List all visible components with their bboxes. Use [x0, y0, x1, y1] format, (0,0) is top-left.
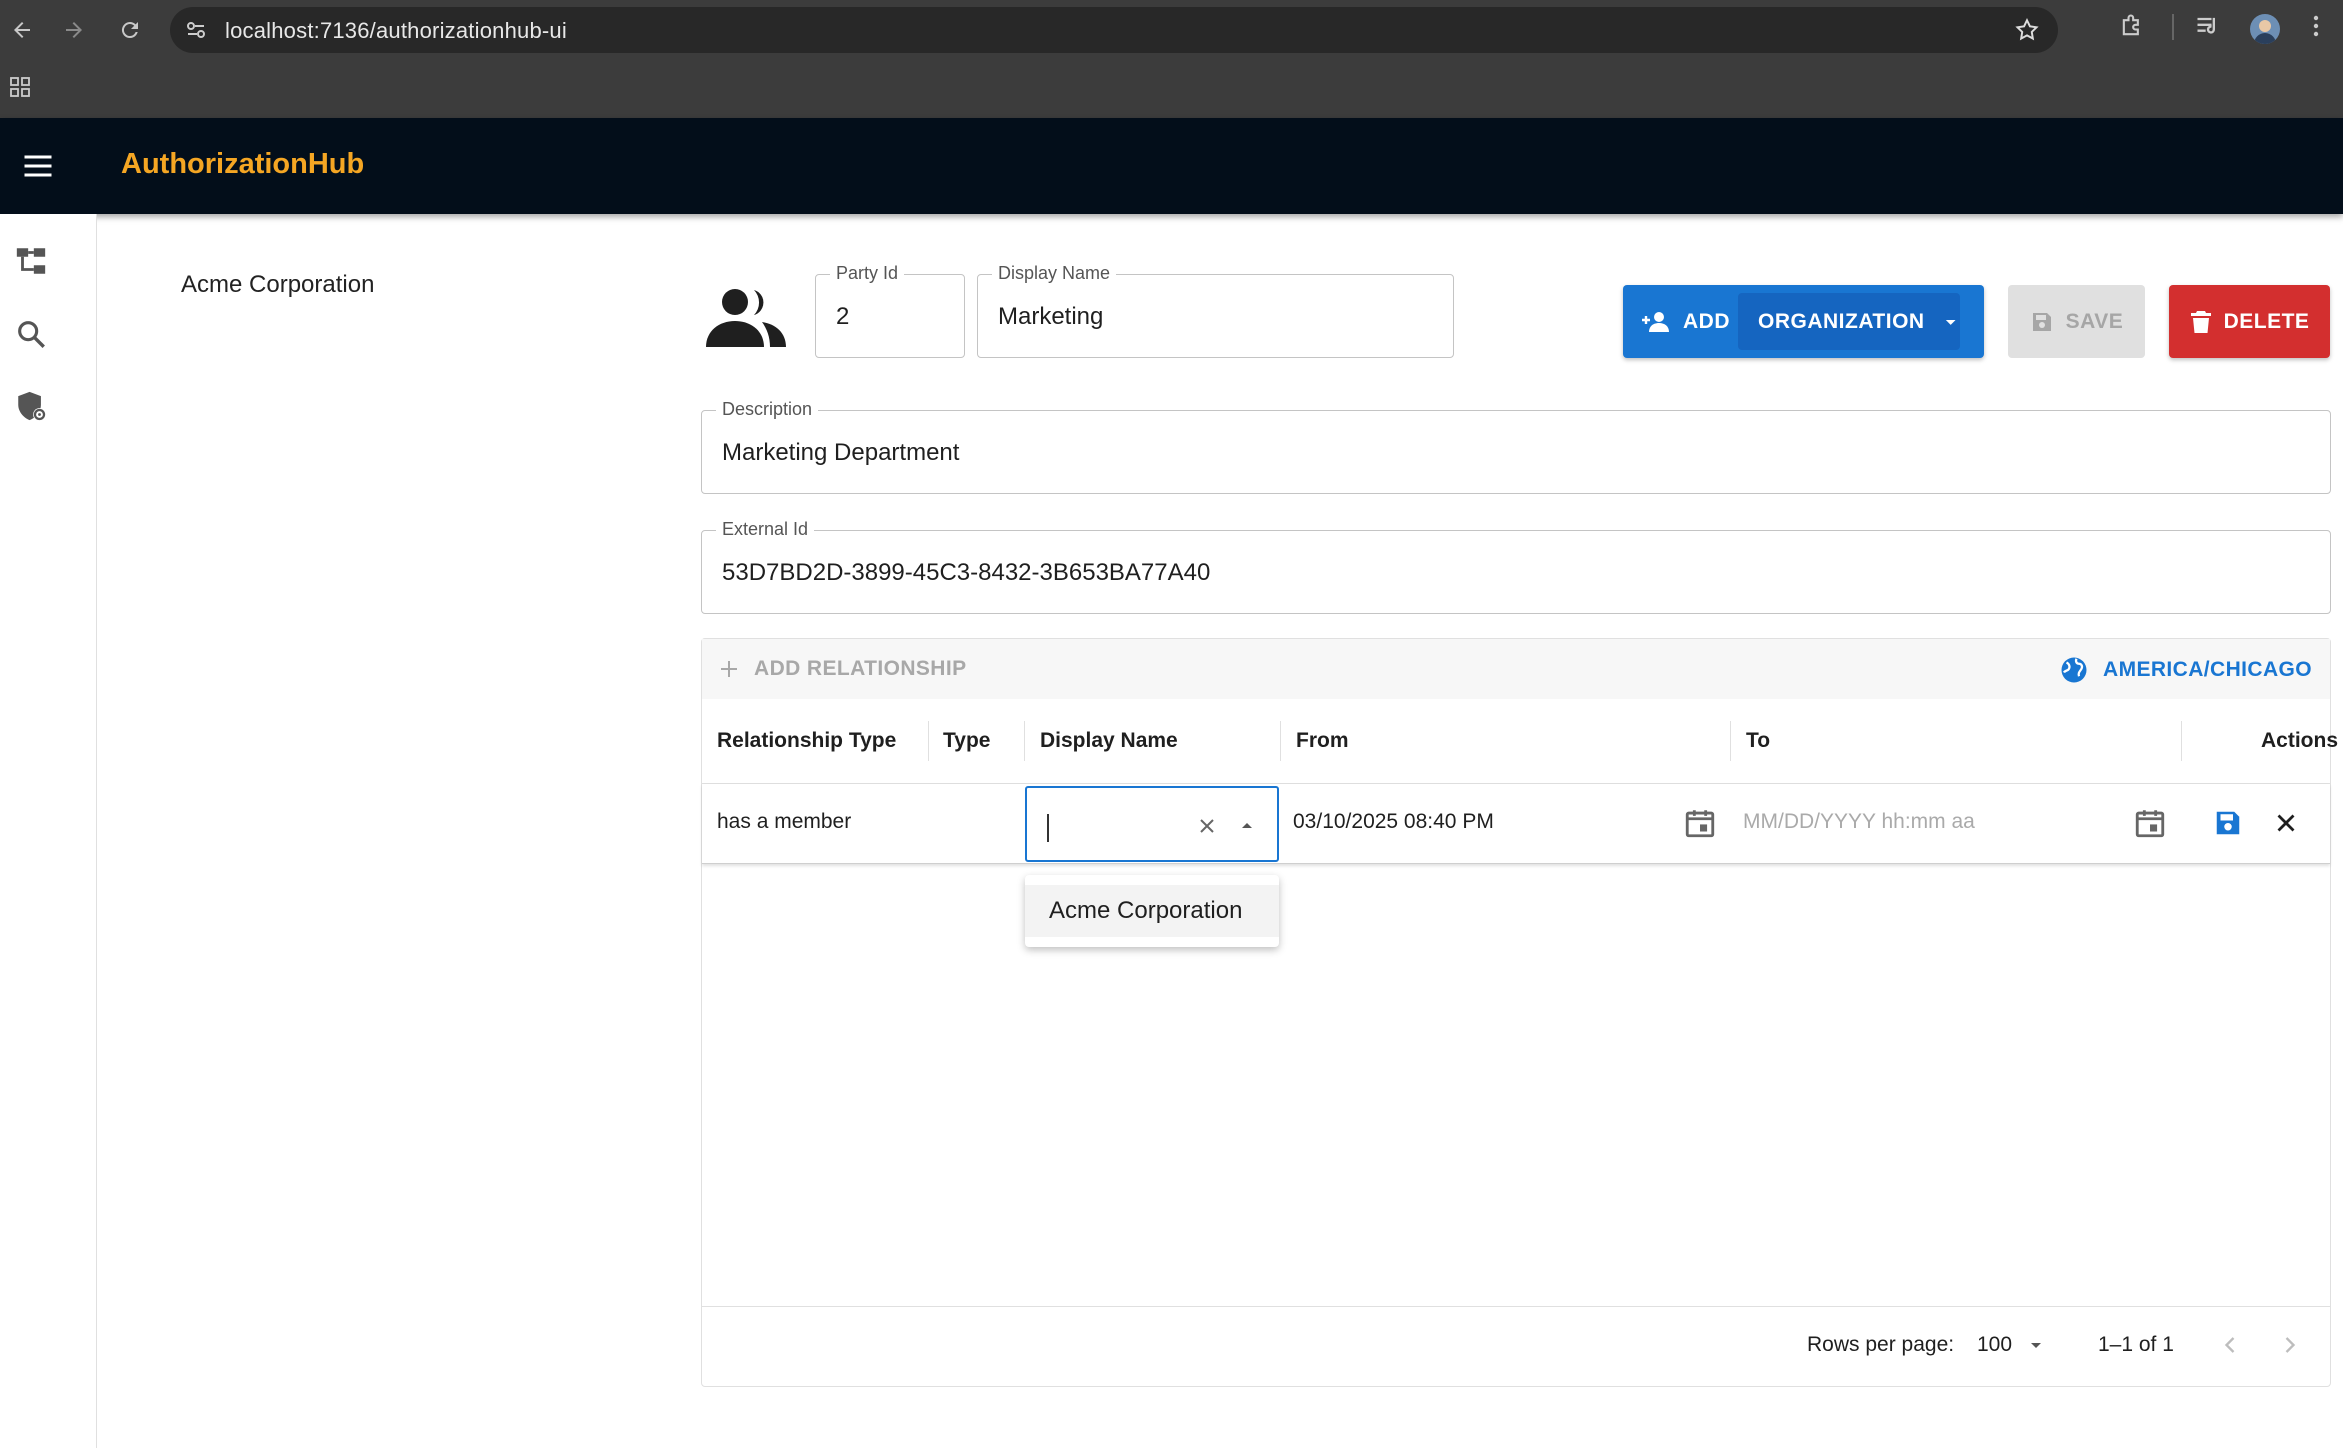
site-settings-icon[interactable]: [184, 18, 208, 47]
plus-icon: [721, 661, 737, 677]
next-page-icon[interactable]: [2276, 1331, 2304, 1364]
add-button[interactable]: ADD: [1623, 285, 1738, 358]
media-queue-icon[interactable]: [2194, 12, 2222, 45]
search-icon[interactable]: [14, 317, 48, 351]
left-nav-rail: [0, 214, 97, 1448]
hamburger-menu-icon[interactable]: [20, 148, 56, 184]
rows-per-page-value: 100: [1977, 1333, 2013, 1356]
grid-footer: Rows per page: 100 1–1 of 1: [702, 1306, 2330, 1386]
cancel-row-icon[interactable]: [2271, 808, 2301, 843]
caret-up-icon[interactable]: [1235, 814, 1259, 843]
grid-column-headers: Relationship Type Type Display Name From…: [702, 699, 2338, 784]
profile-avatar[interactable]: [2250, 14, 2280, 44]
more-menu-icon[interactable]: [2310, 12, 2322, 45]
dropdown-option-acme-corporation[interactable]: Acme Corporation: [1025, 885, 1279, 937]
add-button-label: ADD: [1683, 309, 1730, 333]
grid-toolbar: ADD RELATIONSHIP AMERICA/CHICAGO: [702, 639, 2330, 699]
external-id-value: 53D7BD2D-3899-45C3-8432-3B653BA77A40: [722, 559, 1211, 586]
tree-item-acme-corporation[interactable]: Acme Corporation: [181, 271, 374, 299]
column-header-type[interactable]: Type: [943, 729, 990, 753]
column-header-actions: Actions: [2261, 729, 2339, 752]
display-name-label: Display Name: [992, 263, 1117, 284]
autocomplete-dropdown: Acme Corporation: [1025, 875, 1279, 947]
bookmark-star-icon[interactable]: [2014, 17, 2040, 48]
group-people-icon: [702, 285, 790, 356]
party-id-field[interactable]: Party Id 2: [815, 263, 965, 358]
description-value: Marketing Department: [722, 439, 960, 466]
clear-icon[interactable]: [1195, 814, 1219, 843]
column-header-to[interactable]: To: [1746, 729, 1770, 753]
description-field[interactable]: Description Marketing Department: [701, 399, 2331, 494]
from-date-cell[interactable]: 03/10/2025 08:40 PM: [1293, 810, 1494, 834]
chevron-down-icon: [2031, 1343, 2042, 1348]
rows-per-page-select[interactable]: 100: [1977, 1333, 2046, 1357]
add-type-label: ORGANIZATION: [1758, 309, 1925, 333]
browser-toolbar: localhost:7136/authorizationhub-ui: [0, 0, 2343, 60]
column-separator: [928, 721, 929, 761]
save-row-icon[interactable]: [2213, 808, 2243, 843]
external-id-field[interactable]: External Id 53D7BD2D-3899-45C3-8432-3B65…: [701, 519, 2331, 614]
pagination-range: 1–1 of 1: [2098, 1333, 2174, 1356]
url-text: localhost:7136/authorizationhub-ui: [225, 18, 567, 43]
rows-per-page-label: Rows per page:: [1807, 1333, 1955, 1356]
reload-icon[interactable]: [112, 12, 148, 48]
add-relationship-label: ADD RELATIONSHIP: [754, 657, 967, 680]
forward-icon[interactable]: [56, 12, 92, 48]
app-bar: AuthorizationHub: [0, 118, 2343, 214]
party-id-value: 2: [836, 303, 850, 330]
toolbar-divider: [2172, 14, 2174, 40]
previous-page-icon[interactable]: [2216, 1331, 2244, 1364]
delete-button-label: DELETE: [2223, 309, 2310, 333]
save-icon: [2032, 312, 2051, 331]
external-id-label: External Id: [716, 519, 815, 540]
relationships-grid: ADD RELATIONSHIP AMERICA/CHICAGO Relatio…: [701, 638, 2338, 1387]
column-separator: [1280, 721, 1281, 761]
browser-chrome: localhost:7136/authorizationhub-ui: [0, 0, 2343, 118]
back-icon[interactable]: [4, 12, 40, 48]
relationship-type-cell[interactable]: has a member: [717, 810, 851, 834]
app-title: AuthorizationHub: [121, 148, 365, 180]
apps-grid-icon[interactable]: [8, 75, 32, 104]
to-calendar-icon[interactable]: [2133, 806, 2167, 845]
timezone-button[interactable]: AMERICA/CHICAGO: [2059, 655, 2312, 685]
trash-icon: [2190, 310, 2211, 333]
add-relationship-button[interactable]: ADD RELATIONSHIP: [718, 657, 967, 681]
shield-settings-icon[interactable]: [14, 389, 48, 423]
address-bar[interactable]: localhost:7136/authorizationhub-ui: [170, 7, 2058, 53]
globe-icon: [2061, 657, 2087, 683]
add-split-button[interactable]: ADD ORGANIZATION: [1623, 285, 1984, 358]
column-separator: [1024, 721, 1025, 761]
party-id-label: Party Id: [830, 263, 905, 284]
chevron-down-icon: [1945, 319, 1956, 325]
save-button[interactable]: SAVE: [2008, 285, 2145, 358]
column-separator: [2181, 721, 2182, 761]
table-row: has a member 03/10/2025 08:40 PM MM/DD/Y…: [702, 784, 2330, 864]
column-separator: [1730, 721, 1731, 761]
column-header-relationship-type[interactable]: Relationship Type: [717, 729, 896, 753]
delete-button[interactable]: DELETE: [2169, 285, 2330, 358]
person-add-icon: [1642, 311, 1669, 332]
from-calendar-icon[interactable]: [1683, 806, 1717, 845]
display-name-autocomplete[interactable]: [1025, 786, 1279, 862]
column-header-from[interactable]: From: [1296, 729, 1349, 753]
bookmarks-bar: [0, 60, 2343, 118]
column-header-display-name[interactable]: Display Name: [1040, 729, 1178, 753]
description-label: Description: [716, 399, 819, 420]
display-name-value: Marketing: [998, 303, 1104, 330]
save-button-label: SAVE: [2065, 309, 2124, 333]
timezone-label: AMERICA/CHICAGO: [2103, 658, 2312, 681]
text-cursor: [1047, 814, 1049, 842]
extensions-icon[interactable]: [2118, 12, 2146, 45]
add-type-dropdown[interactable]: ORGANIZATION: [1738, 293, 1960, 350]
hierarchy-icon[interactable]: [14, 244, 48, 278]
to-date-input[interactable]: MM/DD/YYYY hh:mm aa: [1743, 810, 1975, 834]
display-name-field[interactable]: Display Name Marketing: [977, 263, 1454, 358]
